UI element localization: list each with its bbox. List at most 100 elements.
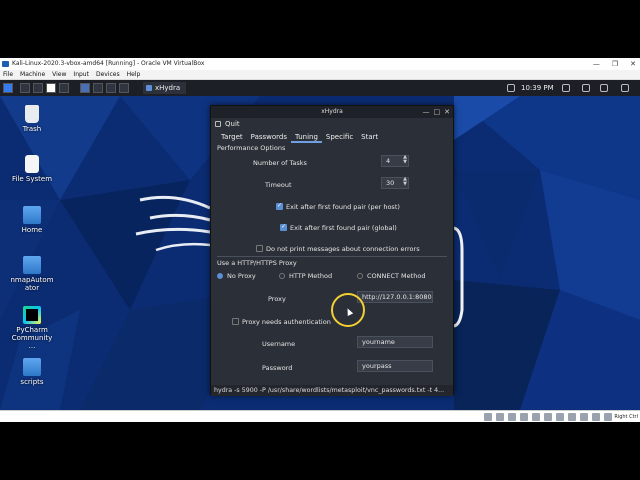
quit-icon [215,121,221,127]
menu-devices[interactable]: Devices [96,70,120,79]
proxy-value: http://127.0.0.1:8080 [362,293,432,301]
xhydra-maximize-button[interactable]: □ [434,106,441,118]
desktop-icon-scripts[interactable]: scripts [2,358,62,386]
workspace-2-icon[interactable] [93,83,103,93]
tasks-value: 4 [386,157,391,165]
taskbar-task-label: xHydra [155,84,181,92]
xhydra-title: xHydra [321,108,343,115]
desktop-icon-nmapautomator[interactable]: nmapAutomator [2,256,62,292]
clock[interactable]: 10:39 PM [521,80,554,96]
hdd-status-icon [484,413,492,421]
close-button[interactable]: ✕ [630,58,636,70]
guest-taskbar: xHydra 10:39 PM [0,80,640,96]
exit-global-label: Exit after first found pair (global) [290,224,397,232]
pycharm-icon [23,306,41,324]
usb-status-icon [532,413,540,421]
http-method-label: HTTP Method [289,272,333,280]
desktop-icon-file-system[interactable]: File System [2,155,62,183]
password-label: Password [262,364,293,372]
folder-icon [23,256,41,274]
tab-specific[interactable]: Specific [322,132,357,143]
xhydra-titlebar[interactable]: xHydra — □ ✕ [211,106,453,118]
mouse-integration-icon [592,413,600,421]
menu-file[interactable]: File [3,70,13,79]
network-status-icon [520,413,528,421]
menu-quit[interactable]: Quit [225,120,240,128]
xhydra-window: xHydra — □ ✕ Quit Target Passwords Tunin… [210,105,454,396]
host-key-label: Right Ctrl [614,414,638,420]
network-icon[interactable] [507,84,515,92]
password-input[interactable]: yourpass [357,360,433,372]
exit-global-checkbox[interactable] [280,223,287,231]
kali-menu-icon[interactable] [3,83,13,93]
exit-per-host-checkbox[interactable] [276,202,283,210]
xhydra-minimize-button[interactable]: — [423,106,430,118]
desktop-icon-label: File System [11,175,53,183]
desktop-icon-label: nmapAutomator [10,276,54,292]
desktop-icon-label: Trash [22,125,42,133]
workspace-1-icon[interactable] [80,83,90,93]
trash-icon [25,105,39,123]
shared-folder-status-icon [544,413,552,421]
connect-method-label: CONNECT Method [367,272,426,280]
maximize-button[interactable]: ❐ [612,58,618,70]
no-proxy-label: No Proxy [227,272,256,280]
command-line-preview: hydra -s 5900 -P /usr/share/wordlists/me… [211,385,453,396]
minimize-button[interactable]: — [593,58,600,70]
section-divider [217,256,447,257]
recording-status-icon [568,413,576,421]
taskbar-task-xhydra[interactable]: xHydra [143,82,187,94]
username-input[interactable]: yourname [357,336,433,348]
exit-per-host-label: Exit after first found pair (per host) [286,203,400,211]
file-manager-icon[interactable] [33,83,43,93]
menu-view[interactable]: View [52,70,66,79]
lock-icon[interactable] [562,84,570,92]
timeout-value: 30 [386,179,395,187]
virtualbox-menubar: File Machine View Input Devices Help [0,70,640,80]
desktop-icon-home[interactable]: Home [2,206,62,234]
proxy-input[interactable]: http://127.0.0.1:8080 [357,291,433,303]
tab-start[interactable]: Start [357,132,382,143]
tab-passwords[interactable]: Passwords [247,132,291,143]
desktop-icon-trash[interactable]: Trash [2,105,62,133]
tasks-stepper[interactable]: ▲ ▼ [401,155,409,167]
connect-method-radio[interactable] [357,273,363,279]
tab-tuning[interactable]: Tuning [291,132,322,143]
password-value: yourpass [362,362,392,370]
volume-icon[interactable] [582,84,590,92]
optical-status-icon [496,413,504,421]
virtualbox-icon [2,61,9,67]
no-errors-label: Do not print messages about connection e… [266,245,420,253]
username-label: Username [262,340,296,348]
virtualbox-titlebar[interactable]: Kali-Linux-2020.3-vbox-amd64 [Running] -… [0,58,640,70]
display-status-icon [556,413,564,421]
no-proxy-radio[interactable] [217,273,223,279]
audio-status-icon [508,413,516,421]
menu-input[interactable]: Input [73,70,89,79]
menu-machine[interactable]: Machine [20,70,45,79]
workspace-4-icon[interactable] [119,83,129,93]
virtualbox-window: Kali-Linux-2020.3-vbox-amd64 [Running] -… [0,58,640,422]
screen: Kali-Linux-2020.3-vbox-amd64 [Running] -… [0,0,640,480]
proxy-auth-checkbox[interactable] [232,318,239,325]
power-icon[interactable] [621,84,629,92]
http-method-radio[interactable] [279,273,285,279]
tasks-label: Number of Tasks [253,159,307,167]
desktop-icon-pycharm[interactable]: PyCharm Community ... [2,306,62,350]
terminal-icon[interactable] [46,83,56,93]
xhydra-close-button[interactable]: ✕ [444,106,450,118]
no-errors-checkbox[interactable] [256,245,263,252]
battery-icon[interactable] [600,84,608,92]
browser-icon[interactable] [59,83,69,93]
show-desktop-icon[interactable] [20,83,30,93]
xhydra-menubar: Quit [211,118,453,131]
desktop-icon-label: PyCharm Community ... [11,326,53,350]
xhydra-task-icon [146,85,152,91]
tab-target[interactable]: Target [217,132,247,143]
workspace-3-icon[interactable] [106,83,116,93]
menu-help[interactable]: Help [127,70,141,79]
timeout-label: Timeout [265,181,292,189]
drive-icon [25,155,39,173]
timeout-stepper[interactable]: ▲ ▼ [401,177,409,189]
guest-desktop: xHydra 10:39 PM Trash File System Home n… [0,80,640,410]
